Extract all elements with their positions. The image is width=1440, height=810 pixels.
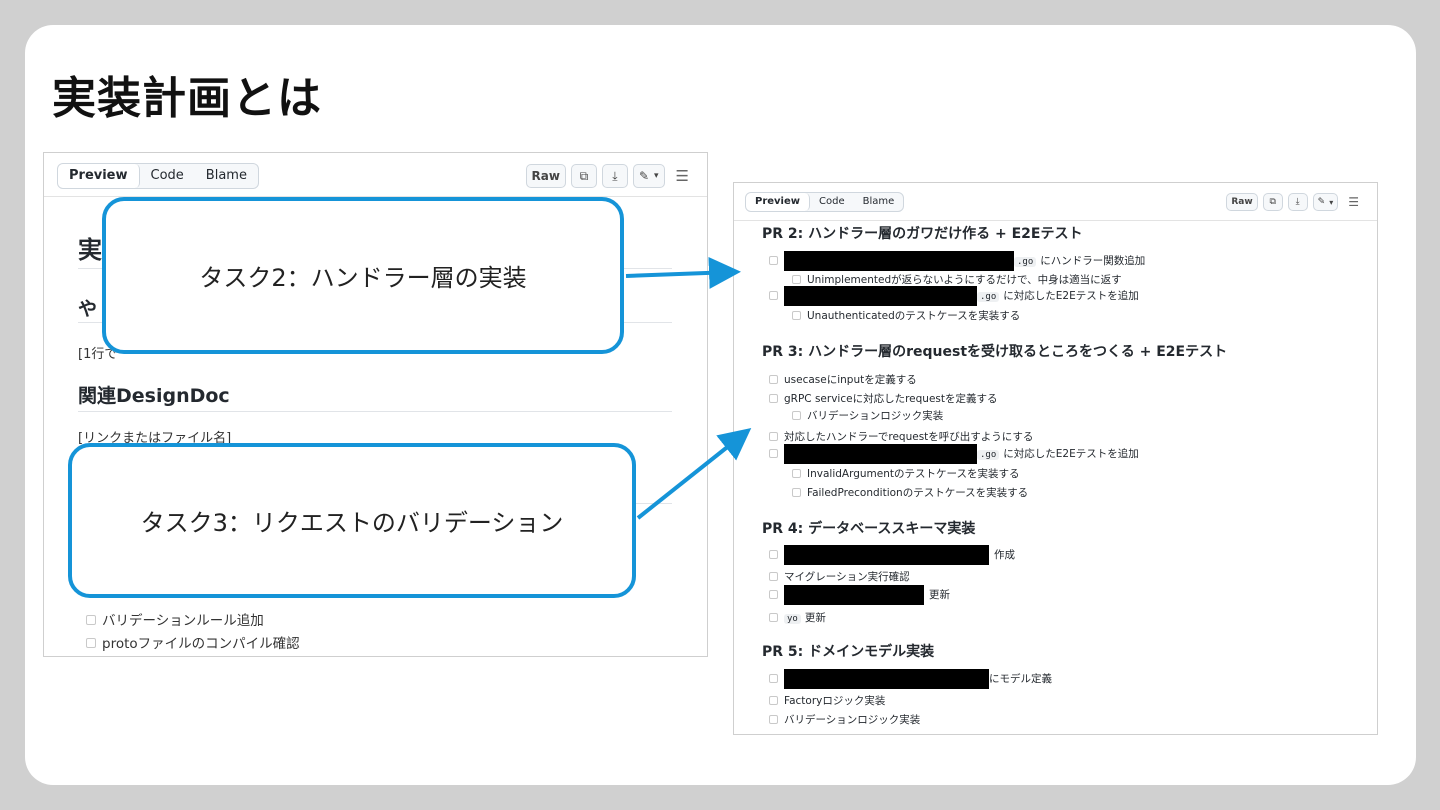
arrow-icon: [625, 256, 741, 289]
arrows: [625, 256, 752, 520]
arrow-icon: [636, 428, 752, 520]
